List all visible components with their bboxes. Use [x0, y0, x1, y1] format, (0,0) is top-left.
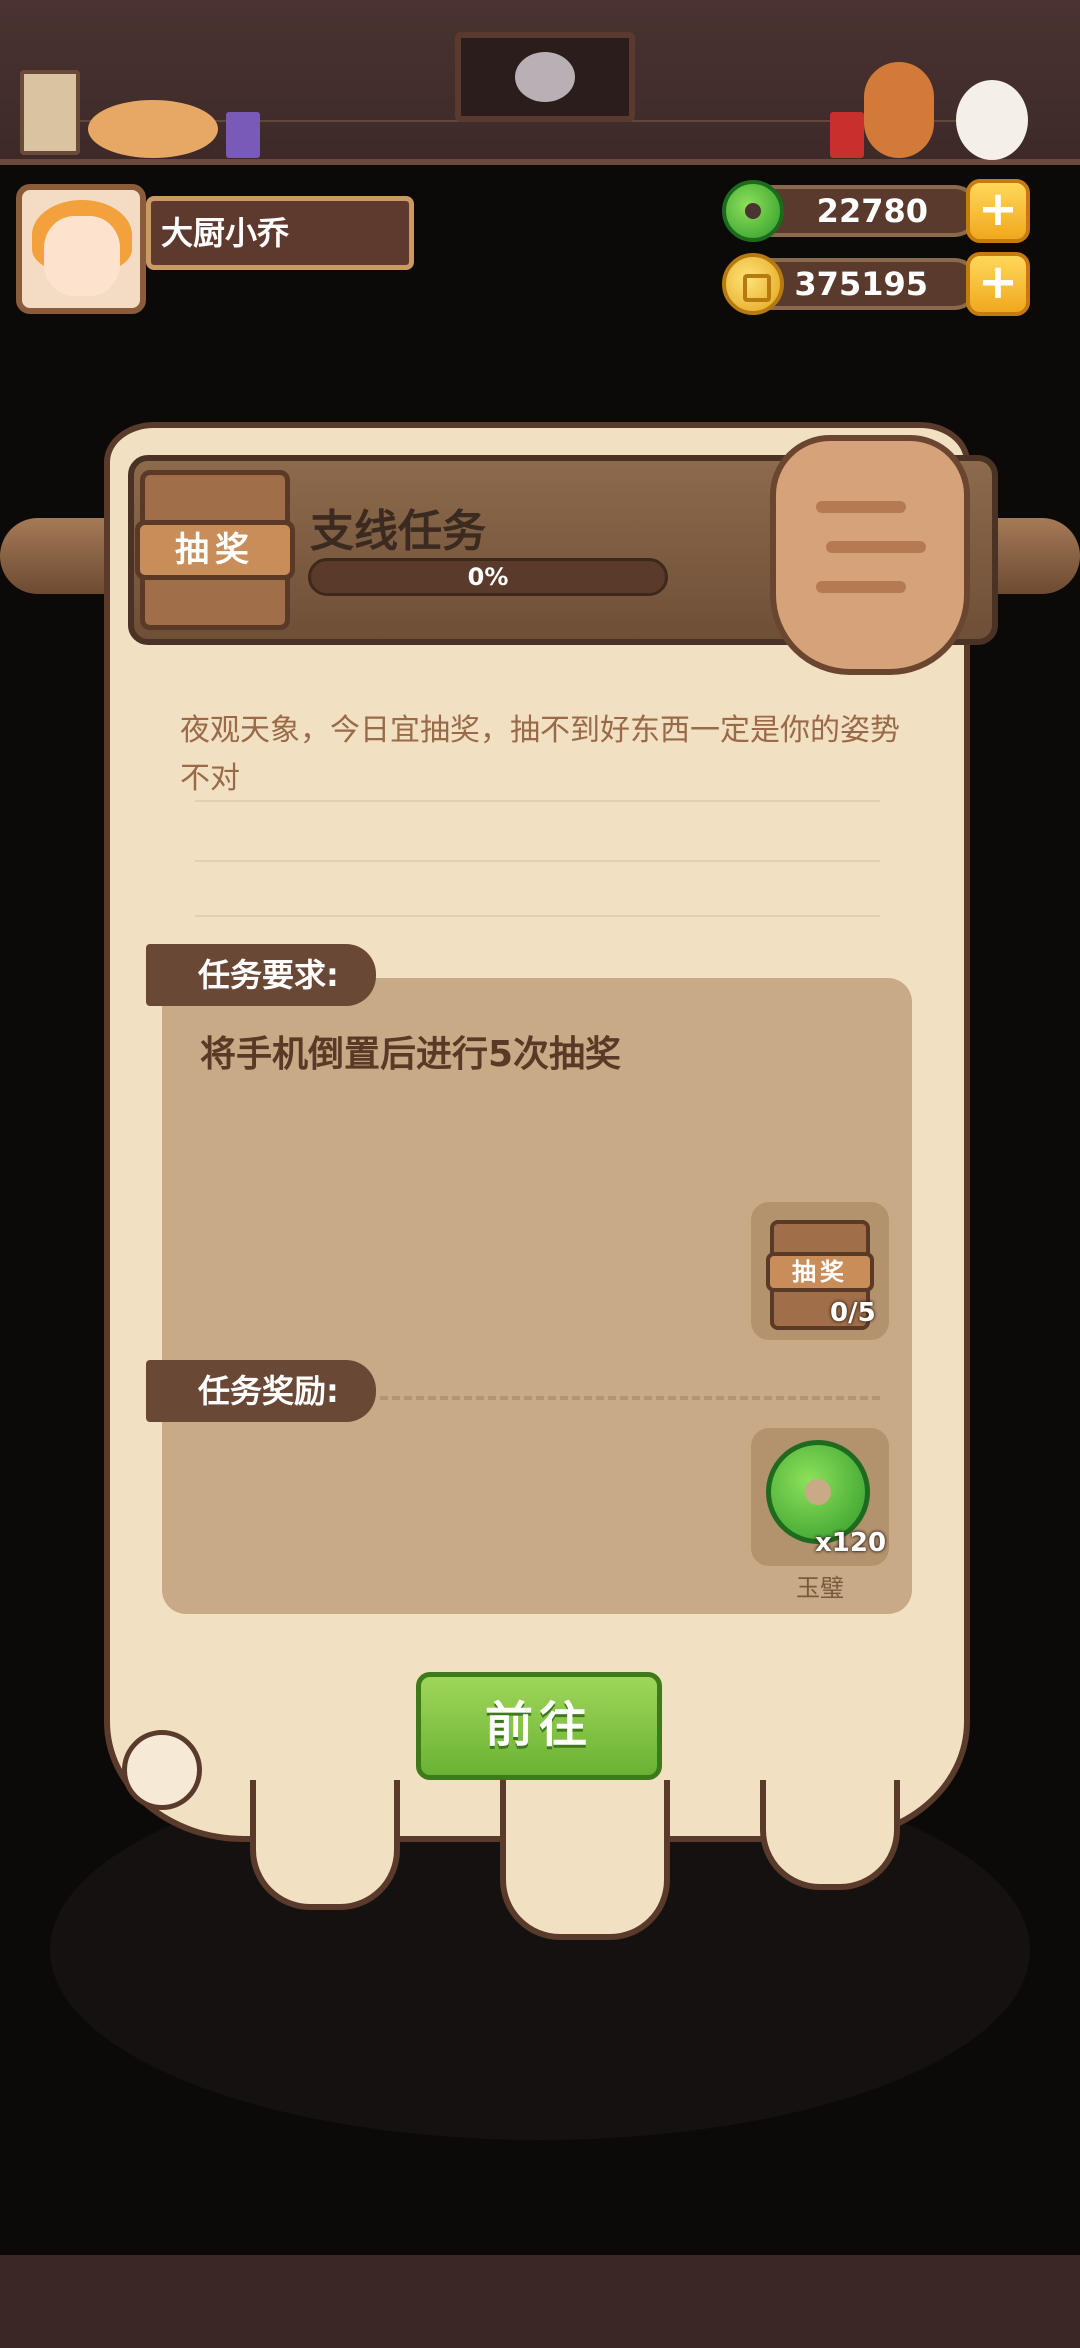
white-cat-icon: [956, 80, 1028, 160]
sleeping-cat-icon: [88, 100, 218, 158]
requirement-text: 将手机倒置后进行5次抽奖: [200, 1034, 622, 1075]
requirement-count: 0/5: [830, 1298, 876, 1328]
paw-picture-icon: [20, 70, 80, 155]
reward-count: x120: [815, 1528, 887, 1558]
player-name: 大厨小乔: [146, 196, 414, 270]
divider: [195, 915, 880, 917]
reward-name: 玉璧: [796, 1574, 844, 1602]
purple-cup-icon: [226, 112, 260, 158]
divider: [195, 860, 880, 862]
bottom-bar: [0, 2255, 1080, 2348]
top-shelf: [0, 0, 1080, 165]
gold-coin-icon: [722, 253, 784, 315]
dialog-title: 支线任务: [310, 506, 486, 557]
scroll-drip: [250, 1780, 400, 1910]
add-coin-button[interactable]: +: [966, 252, 1030, 316]
hanging-cat-icon: [770, 435, 970, 675]
raccoon-portrait-icon: [455, 32, 635, 122]
scroll-drip: [500, 1780, 670, 1940]
jade-disc-icon: [722, 180, 784, 242]
cat-stripe: [816, 581, 906, 593]
requirement-item-label: 抽奖: [766, 1252, 874, 1292]
cat-stripe: [826, 541, 926, 553]
progress-text: 0%: [467, 563, 509, 591]
scroll-drip: [760, 1780, 900, 1890]
requirement-tab: 任务要求:: [146, 944, 376, 1006]
cat-stripe: [816, 501, 906, 513]
divider: [195, 800, 880, 802]
task-description: 夜观天象，今日宜抽奖，抽不到好东西一定是你的姿势不对: [180, 713, 900, 796]
avatar-face: [44, 216, 120, 296]
add-jade-button[interactable]: +: [966, 179, 1030, 243]
player-avatar[interactable]: [16, 184, 146, 314]
red-cup-icon: [830, 112, 864, 158]
chef-boy-icon: [864, 62, 934, 158]
reward-tab: 任务奖励:: [146, 1360, 376, 1422]
go-button[interactable]: 前往: [416, 1672, 662, 1780]
dough-ball-icon: [122, 1730, 202, 1810]
lottery-badge: 抽奖: [135, 520, 295, 580]
reward-divider: [380, 1396, 880, 1400]
